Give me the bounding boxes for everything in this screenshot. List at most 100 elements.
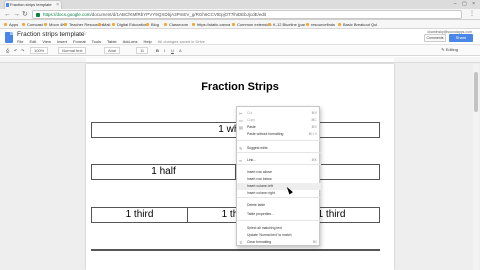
browser-tabstrip: Fraction strips template × ‒ ▢ × (0, 0, 480, 9)
context-menu-label: Link... (247, 158, 257, 162)
bookmark-item[interactable]: Digital Education (112, 21, 147, 28)
print-icon[interactable]: ⎙ (6, 47, 9, 54)
clear-format-icon: T̸ (239, 240, 242, 245)
context-menu-item[interactable]: Select all matching text (237, 225, 321, 232)
close-icon[interactable]: × (56, 1, 59, 9)
style-select[interactable]: Normal text (58, 47, 87, 54)
context-menu-item[interactable]: ✎ Suggest edits (237, 145, 321, 152)
context-menu-item[interactable]: Insert column right (237, 190, 321, 197)
shortcut-label: ⌘⇧V (308, 132, 318, 136)
browser-tab[interactable]: Fraction strips template × (4, 0, 62, 9)
bold-icon[interactable]: B (156, 47, 159, 54)
context-menu-item[interactable]: Delete table (237, 202, 321, 209)
vertical-scrollbar[interactable] (473, 64, 479, 270)
context-menu-label: Cut (247, 111, 253, 115)
context-menu-item[interactable]: Update 'Normal text' to match (237, 232, 321, 239)
text-color-icon[interactable]: A (179, 47, 182, 54)
context-menu-label: Insert column right (247, 191, 275, 195)
forward-icon[interactable]: → (13, 10, 20, 19)
menu-separator (237, 140, 321, 141)
shortcut-label: ⌘X (311, 111, 317, 115)
context-menu-label: Suggest edits (247, 146, 268, 150)
reload-icon[interactable]: ↻ (22, 10, 28, 19)
context-menu-item[interactable]: Table properties... (237, 211, 321, 218)
star-icon[interactable]: ☆ (82, 30, 87, 37)
document-title[interactable]: Fraction strips template (17, 31, 85, 38)
bookmark-item[interactable]: Apps (4, 21, 18, 28)
bookmark-item[interactable]: Mail (98, 21, 110, 28)
address-bar: ← → ↻ https://docs.google.com/document/d… (0, 9, 480, 20)
context-menu-label: Insert row below (247, 177, 272, 181)
shortcut-label: ⌘C (311, 118, 317, 122)
context-menu-item[interactable]: Insert column left (237, 183, 321, 190)
back-icon[interactable]: ← (4, 10, 11, 19)
url-path: /document/d/1ABCfKMfRbYPVY9QXDbjA3PmEV_g… (90, 12, 267, 17)
font-select[interactable]: Arial (104, 47, 121, 54)
context-menu-label: Clear formatting (247, 240, 272, 244)
undo-icon[interactable]: ↶ (14, 47, 17, 54)
bookmark-item[interactable]: Common extension (232, 21, 271, 28)
bookmark-item[interactable]: Basic Breakout Qui (338, 21, 377, 28)
window-controls[interactable]: ‒ ▢ × (454, 1, 477, 7)
context-menu-label: Update 'Normal text' to match (247, 233, 292, 237)
docs-favicon-icon (6, 3, 9, 7)
format-toolbar: ⎙ ↶ ↷ 100% Normal text Arial 11 B I U A … (0, 44, 480, 56)
context-menu-item[interactable]: ▭ Copy ⌘C (237, 117, 321, 124)
bookmark-item[interactable]: https://static.canva (192, 21, 230, 28)
context-menu-label: Insert row above (247, 170, 273, 174)
font-size-select[interactable]: 11 (136, 47, 149, 54)
bookmark-item[interactable]: Comcast (22, 21, 43, 28)
url-field[interactable]: https://docs.google.com/document/d/1ABCf… (32, 10, 462, 19)
menu-separator (237, 197, 321, 198)
table-cell[interactable]: 1 third (92, 208, 187, 222)
tab-title: Fraction strips template (10, 2, 52, 7)
scissors-icon: ✂ (239, 111, 243, 116)
context-menu-label: Paste (247, 125, 256, 129)
menu-separator (237, 152, 321, 153)
paste-icon: ▤ (239, 125, 243, 130)
context-menu-item[interactable]: ✂ Cut ⌘X (237, 110, 321, 117)
context-menu-item[interactable]: ▤ Paste ⌘V (237, 124, 321, 131)
bookmark-item[interactable]: Classroom (164, 21, 188, 28)
italic-icon[interactable]: I (164, 47, 165, 54)
fraction-table-empty[interactable] (91, 249, 380, 251)
context-menu: ✂ Cut ⌘X ▭ Copy ⌘C ▤ Paste ⌘V Paste without forma… (236, 106, 321, 246)
bookmark-item[interactable]: Blog (146, 21, 159, 28)
bookmarks-bar: Apps Comcast Moon 4K Teacher Resources Mail D… (0, 20, 480, 29)
comments-button[interactable]: Comments (424, 34, 446, 42)
bookmark-item[interactable]: K-12 Blueline (par (268, 21, 305, 28)
bookmark-item[interactable]: resourcefinds (306, 21, 335, 28)
ruler[interactable] (0, 57, 480, 63)
copy-icon: ▭ (239, 118, 243, 123)
share-button[interactable]: Share (449, 34, 473, 42)
context-menu-label: Insert column left (247, 184, 273, 188)
context-menu-item[interactable]: ∞ Link... ⌘K (237, 157, 321, 164)
bookmark-item[interactable]: Moon 4K (44, 21, 65, 28)
redo-icon[interactable]: ↷ (21, 47, 24, 54)
context-menu-item[interactable]: Insert row above (237, 169, 321, 176)
lock-icon (36, 13, 40, 17)
context-menu-label: Paste without formatting (247, 132, 284, 136)
context-menu-label: Delete table (247, 203, 266, 207)
suggest-icon: ✎ (239, 146, 243, 151)
underline-icon[interactable]: U (171, 47, 174, 54)
browser-menu-icon[interactable]: ⋮ (469, 10, 475, 17)
zoom-select[interactable]: 100% (30, 47, 49, 54)
docs-logo-icon[interactable] (5, 32, 13, 43)
context-menu-label: Copy (247, 118, 255, 122)
context-menu-item[interactable]: Paste without formatting ⌘⇧V (237, 131, 321, 138)
scrollbar-thumb[interactable] (474, 72, 478, 112)
menu-separator (237, 220, 321, 221)
context-menu-label: Select all matching text (247, 226, 282, 230)
shortcut-label: ⌘\ (312, 240, 317, 244)
link-icon: ∞ (239, 158, 242, 163)
page-heading[interactable]: Fraction Strips (86, 81, 394, 93)
context-menu-item[interactable]: T̸ Clear formatting ⌘\ (237, 239, 321, 246)
editing-mode[interactable]: Editing (441, 47, 458, 52)
shortcut-label: ⌘K (311, 158, 317, 162)
menu-separator (237, 164, 321, 165)
shortcut-label: ⌘V (311, 125, 317, 129)
context-menu-item[interactable]: Insert row below (237, 176, 321, 183)
url-host: https://docs.google.com (43, 12, 91, 17)
table-cell[interactable]: 1 half (92, 165, 235, 179)
